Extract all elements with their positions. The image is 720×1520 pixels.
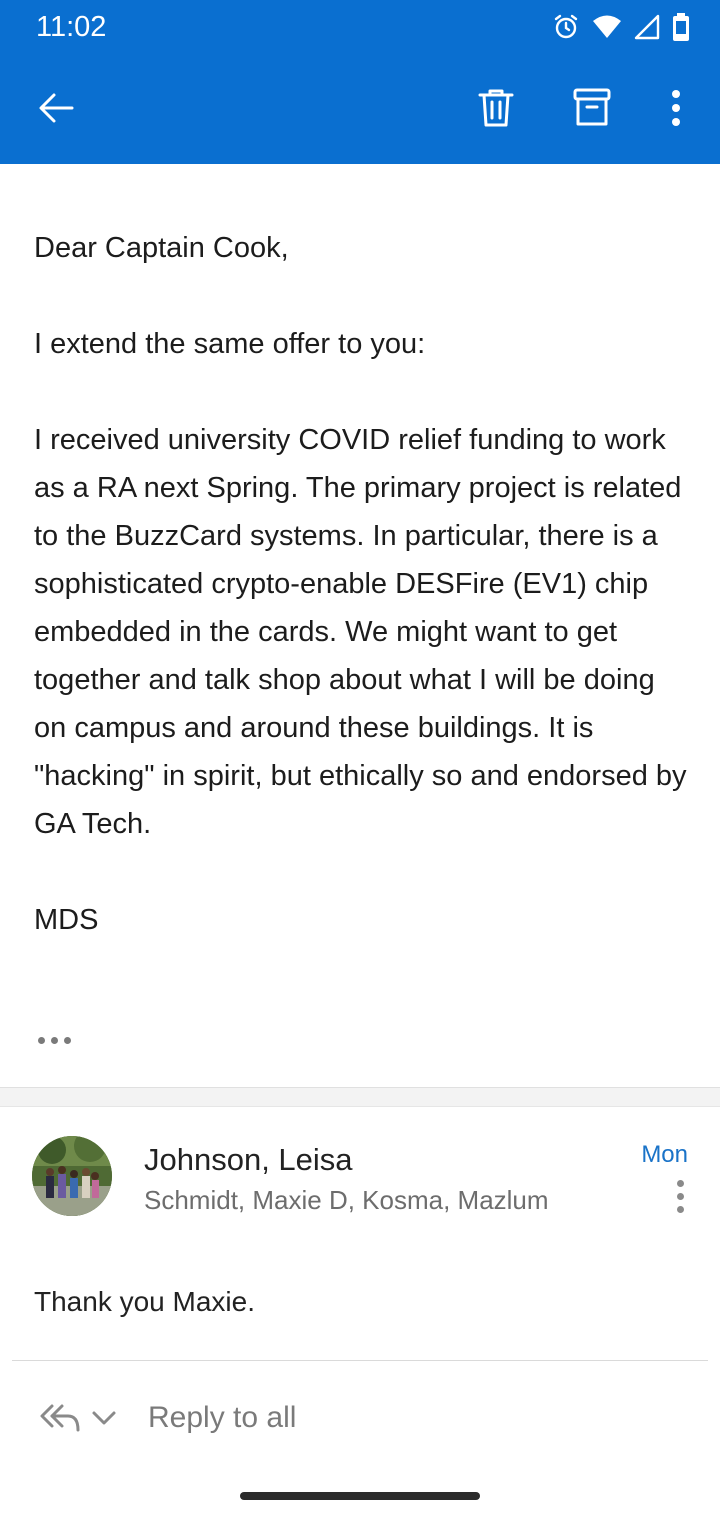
archive-button[interactable]: [564, 80, 620, 136]
thread-divider: [0, 1087, 720, 1107]
message-date: Mon: [641, 1141, 688, 1168]
reply-all-icon: [40, 1404, 80, 1432]
alarm-icon: [552, 13, 580, 41]
home-indicator[interactable]: [240, 1492, 480, 1500]
message-more-button[interactable]: [664, 1176, 696, 1216]
archive-icon: [573, 88, 611, 126]
more-dot: [676, 1205, 684, 1213]
battery-icon: [672, 12, 690, 42]
divider: [12, 1360, 708, 1361]
trash-icon: [478, 89, 514, 127]
more-dot: [676, 1192, 684, 1200]
show-quoted-text-button[interactable]: [38, 1030, 78, 1050]
reply-message-header[interactable]: Johnson, Leisa Schmidt, Maxie D, Kosma, …: [0, 1120, 720, 1240]
reply-to-all-field[interactable]: Reply to all: [148, 1398, 296, 1438]
message-offer-line: I extend the same offer to you:: [34, 328, 426, 360]
arrow-left-icon: [39, 93, 74, 123]
message-paragraph: I received university COVID relief fundi…: [34, 424, 687, 840]
message-greeting: Dear Captain Cook,: [34, 232, 289, 264]
status-icons: [552, 10, 690, 44]
avatar: [32, 1136, 112, 1216]
more-vertical-icon: [672, 90, 680, 126]
app-bar: 11:02: [0, 0, 720, 164]
more-dot: [676, 1179, 684, 1187]
back-button[interactable]: [28, 80, 84, 136]
message-body: Dear Captain Cook, I extend the same off…: [34, 224, 694, 944]
signal-icon: [634, 14, 660, 40]
reply-action-bar: Reply to all: [0, 1384, 720, 1454]
reply-all-button[interactable]: [38, 1400, 82, 1436]
chevron-down-icon: [92, 1411, 116, 1425]
ellipsis-dot: [38, 1036, 45, 1044]
status-bar: 11:02: [0, 0, 720, 54]
ellipsis-dot: [51, 1036, 58, 1044]
toolbar: [0, 62, 720, 156]
message-signature: MDS: [34, 904, 99, 936]
wifi-icon: [592, 14, 622, 40]
sender-name: Johnson, Leisa: [144, 1142, 353, 1177]
status-time: 11:02: [36, 11, 107, 43]
email-detail-screen: 11:02 Dear Captain Cook, I extend the sa…: [0, 0, 720, 1520]
reply-options-dropdown[interactable]: [90, 1404, 118, 1432]
recipients-list: Schmidt, Maxie D, Kosma, Mazlum: [144, 1185, 549, 1215]
more-options-button[interactable]: [648, 80, 704, 136]
reply-body: Thank you Maxie.: [34, 1286, 255, 1317]
delete-button[interactable]: [468, 80, 524, 136]
ellipsis-dot: [64, 1036, 71, 1044]
